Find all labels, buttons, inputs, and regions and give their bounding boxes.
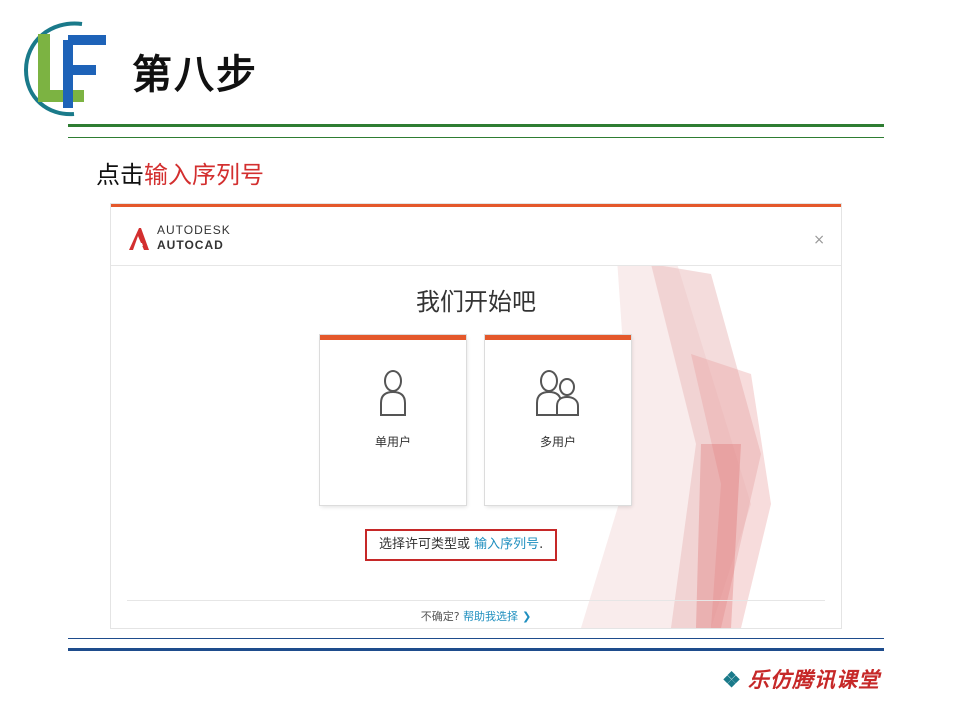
enter-serial-number-link[interactable]: 输入序列号 [474,537,539,552]
brand-company: AUTODESK [157,223,231,237]
page-title: 第八步 [132,52,258,98]
multi-user-label: 多用户 [539,435,576,449]
background-graphic [581,244,771,628]
option-text: 选择许可类型或 [379,537,471,552]
multi-user-icon [536,370,579,416]
close-button[interactable]: × [813,233,825,247]
diamond-icon: ❖ [722,667,742,692]
single-user-card[interactable]: 单用户 [320,335,466,505]
footer-brand: ❖ 乐仿腾讯课堂 [722,664,880,694]
license-option-line: 选择许可类型或 输入序列号. [365,529,558,561]
footer-brand-text: 乐仿腾讯课堂 [748,667,880,692]
option-suffix: . [539,537,544,552]
footer-question: 不确定? [420,610,460,623]
help-me-choose-link[interactable]: 帮助我选择 [463,610,518,623]
dialog-footer: 不确定? 帮助我选择 ❯ [111,608,841,624]
autocad-startup-dialog: AUTODESK AUTOCAD × 我们开始吧 单用户 多用户 选择许可类型或… [111,204,841,628]
footer-divider-thin [68,638,884,639]
footer-divider [68,648,884,651]
card-accent-bar [320,335,466,340]
autodesk-logo-icon [129,228,149,250]
instruction-text: 点击 [96,161,144,189]
single-user-icon [380,370,406,416]
card-accent-bar [485,335,631,340]
header-divider [68,124,884,127]
dialog-heading: 我们开始吧 [416,288,536,316]
chevron-right-icon[interactable]: ❯ [522,610,531,623]
multi-user-card[interactable]: 多用户 [485,335,631,505]
step-instruction: 点击输入序列号 [96,155,264,190]
dialog-footer-divider [127,600,825,601]
lf-logo [23,21,106,117]
single-user-label: 单用户 [374,435,411,449]
header-divider-thin [68,137,884,138]
brand-product: AUTOCAD [157,238,224,252]
instruction-highlight: 输入序列号 [144,161,264,189]
brand-name: AUTODESK AUTOCAD [157,223,231,253]
dialog-header: AUTODESK AUTOCAD × [111,207,841,266]
